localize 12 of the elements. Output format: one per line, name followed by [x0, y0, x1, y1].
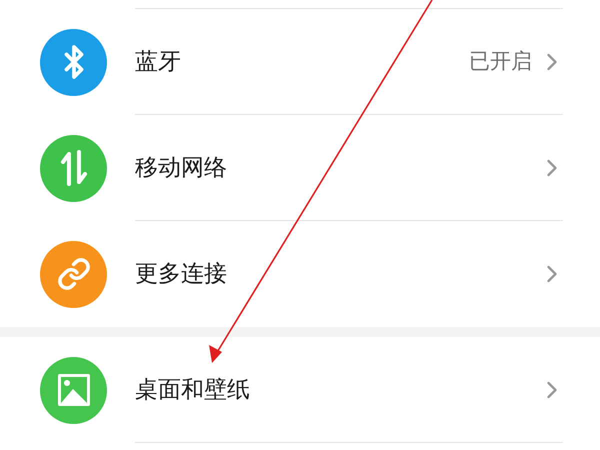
- setting-label: 蓝牙: [135, 48, 181, 77]
- image-icon: [56, 373, 90, 407]
- settings-row[interactable]: 移动网络: [0, 115, 600, 221]
- settings-row[interactable]: 蓝牙 已开启: [0, 9, 600, 115]
- link-icon: [56, 257, 90, 291]
- setting-label: 移动网络: [135, 154, 227, 183]
- setting-label: 桌面和壁纸: [135, 376, 250, 405]
- setting-label: 更多连接: [135, 260, 227, 289]
- up-down-arrows-icon: [58, 150, 88, 186]
- settings-row[interactable]: 更多连接: [0, 221, 600, 327]
- status-text: 已开启: [469, 48, 532, 76]
- settings-row[interactable]: 桌面和壁纸: [0, 337, 600, 443]
